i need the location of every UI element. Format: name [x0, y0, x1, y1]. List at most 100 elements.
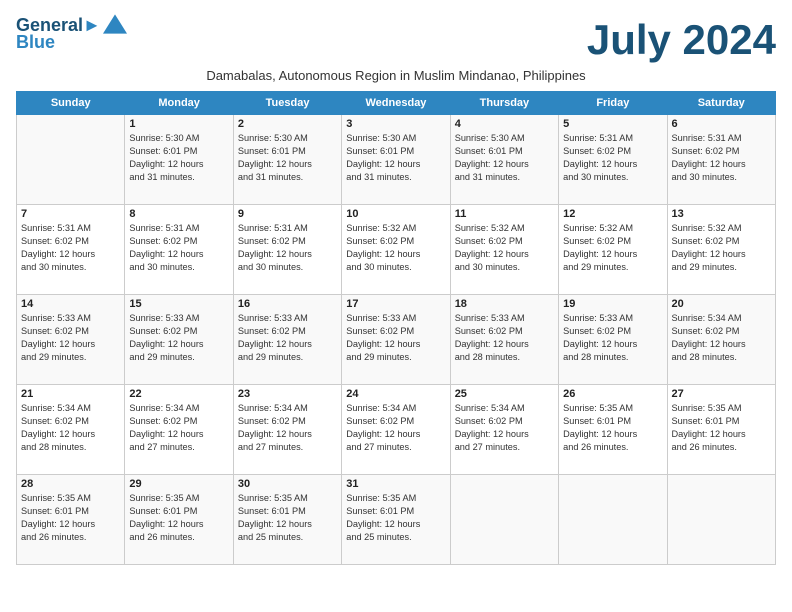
weekday-friday: Friday — [559, 92, 667, 115]
calendar-cell: 8 Sunrise: 5:31 AM Sunset: 6:02 PM Daylig… — [125, 205, 233, 295]
day-number: 5 — [563, 118, 662, 130]
day-info: Sunrise: 5:34 AM Sunset: 6:02 PM Dayligh… — [672, 312, 771, 364]
day-info: Sunrise: 5:35 AM Sunset: 6:01 PM Dayligh… — [672, 402, 771, 454]
weekday-wednesday: Wednesday — [342, 92, 450, 115]
day-info: Sunrise: 5:35 AM Sunset: 6:01 PM Dayligh… — [21, 492, 120, 544]
day-number: 24 — [346, 388, 445, 400]
calendar-cell: 6 Sunrise: 5:31 AM Sunset: 6:02 PM Daylig… — [667, 115, 775, 205]
day-info: Sunrise: 5:33 AM Sunset: 6:02 PM Dayligh… — [455, 312, 554, 364]
month-title: July 2024 — [587, 16, 776, 64]
day-number: 12 — [563, 208, 662, 220]
weekday-monday: Monday — [125, 92, 233, 115]
day-number: 20 — [672, 298, 771, 310]
header: General► Blue July 2024 — [16, 16, 776, 64]
weekday-thursday: Thursday — [450, 92, 558, 115]
calendar-cell: 27Sunrise: 5:35 AM Sunset: 6:01 PM Dayli… — [667, 385, 775, 475]
day-number: 9 — [238, 208, 337, 220]
day-info: Sunrise: 5:30 AM Sunset: 6:01 PM Dayligh… — [238, 132, 337, 184]
day-number: 22 — [129, 388, 228, 400]
day-number: 10 — [346, 208, 445, 220]
day-info: Sunrise: 5:33 AM Sunset: 6:02 PM Dayligh… — [346, 312, 445, 364]
weekday-tuesday: Tuesday — [233, 92, 341, 115]
day-number: 18 — [455, 298, 554, 310]
calendar-cell: 4Sunrise: 5:30 AM Sunset: 6:01 PM Daylig… — [450, 115, 558, 205]
calendar-cell: 24Sunrise: 5:34 AM Sunset: 6:02 PM Dayli… — [342, 385, 450, 475]
calendar-cell: 16Sunrise: 5:33 AM Sunset: 6:02 PM Dayli… — [233, 295, 341, 385]
day-info: Sunrise: 5:35 AM Sunset: 6:01 PM Dayligh… — [129, 492, 228, 544]
calendar-cell: 7 Sunrise: 5:31 AM Sunset: 6:02 PM Daylig… — [17, 205, 125, 295]
day-number: 31 — [346, 478, 445, 490]
day-number: 2 — [238, 118, 337, 130]
day-info: Sunrise: 5:31 AM Sunset: 6:02 PM Dayligh… — [563, 132, 662, 184]
day-number: 6 — [672, 118, 771, 130]
day-number: 29 — [129, 478, 228, 490]
calendar-cell: 21 Sunrise: 5:34 AM Sunset: 6:02 PM Dayli… — [17, 385, 125, 475]
calendar-cell: 31Sunrise: 5:35 AM Sunset: 6:01 PM Dayli… — [342, 475, 450, 565]
calendar-cell: 9 Sunrise: 5:31 AM Sunset: 6:02 PM Daylig… — [233, 205, 341, 295]
day-info: Sunrise: 5:31 AM Sunset: 6:02 PM Dayligh… — [672, 132, 771, 184]
calendar-cell: 14Sunrise: 5:33 AM Sunset: 6:02 PM Dayli… — [17, 295, 125, 385]
calendar-cell: 11Sunrise: 5:32 AM Sunset: 6:02 PM Dayli… — [450, 205, 558, 295]
calendar-cell: 25Sunrise: 5:34 AM Sunset: 6:02 PM Dayli… — [450, 385, 558, 475]
calendar-cell: 2 Sunrise: 5:30 AM Sunset: 6:01 PM Daylig… — [233, 115, 341, 205]
calendar-cell: 15 Sunrise: 5:33 AM Sunset: 6:02 PM Dayli… — [125, 295, 233, 385]
calendar-cell — [667, 475, 775, 565]
day-number: 26 — [563, 388, 662, 400]
day-number: 23 — [238, 388, 337, 400]
calendar-cell: 10 Sunrise: 5:32 AM Sunset: 6:02 PM Dayli… — [342, 205, 450, 295]
calendar-cell: 19Sunrise: 5:33 AM Sunset: 6:02 PM Dayli… — [559, 295, 667, 385]
day-info: Sunrise: 5:30 AM Sunset: 6:01 PM Dayligh… — [346, 132, 445, 184]
calendar-cell: 26 Sunrise: 5:35 AM Sunset: 6:01 PM Dayli… — [559, 385, 667, 475]
weekday-saturday: Saturday — [667, 92, 775, 115]
day-info: Sunrise: 5:33 AM Sunset: 6:02 PM Dayligh… — [238, 312, 337, 364]
day-number: 11 — [455, 208, 554, 220]
day-info: Sunrise: 5:31 AM Sunset: 6:02 PM Dayligh… — [129, 222, 228, 274]
day-info: Sunrise: 5:31 AM Sunset: 6:02 PM Dayligh… — [238, 222, 337, 274]
calendar-cell: 1 Sunrise: 5:30 AM Sunset: 6:01 PM Daylig… — [125, 115, 233, 205]
day-number: 1 — [129, 118, 228, 130]
week-row-3: 14 Sunrise: 5:33 AM Sunset: 6:02 PM Dayli… — [17, 295, 776, 385]
calendar-cell: 30 Sunrise: 5:35 AM Sunset: 6:01 PM Dayli… — [233, 475, 341, 565]
calendar-cell: 17 Sunrise: 5:33 AM Sunset: 6:02 PM Dayli… — [342, 295, 450, 385]
day-number: 8 — [129, 208, 228, 220]
day-info: Sunrise: 5:32 AM Sunset: 6:02 PM Dayligh… — [563, 222, 662, 274]
calendar-cell: 18 Sunrise: 5:33 AM Sunset: 6:02 PM Dayli… — [450, 295, 558, 385]
calendar-cell — [17, 115, 125, 205]
calendar-cell: 22 Sunrise: 5:34 AM Sunset: 6:02 PM Dayli… — [125, 385, 233, 475]
day-number: 15 — [129, 298, 228, 310]
day-info: Sunrise: 5:34 AM Sunset: 6:02 PM Dayligh… — [21, 402, 120, 454]
calendar-body: 1 Sunrise: 5:30 AM Sunset: 6:01 PM Daylig… — [17, 115, 776, 565]
weekday-header-row: SundayMondayTuesdayWednesdayThursdayFrid… — [17, 92, 776, 115]
day-info: Sunrise: 5:33 AM Sunset: 6:02 PM Dayligh… — [129, 312, 228, 364]
day-number: 7 — [21, 208, 120, 220]
calendar-cell: 23Sunrise: 5:34 AM Sunset: 6:02 PM Dayli… — [233, 385, 341, 475]
day-info: Sunrise: 5:35 AM Sunset: 6:01 PM Dayligh… — [563, 402, 662, 454]
day-info: Sunrise: 5:34 AM Sunset: 6:02 PM Dayligh… — [455, 402, 554, 454]
calendar-cell — [559, 475, 667, 565]
calendar-cell: 28 Sunrise: 5:35 AM Sunset: 6:01 PM Dayli… — [17, 475, 125, 565]
page-subtitle: Damabalas, Autonomous Region in Muslim M… — [16, 68, 776, 83]
week-row-1: 1 Sunrise: 5:30 AM Sunset: 6:01 PM Daylig… — [17, 115, 776, 205]
week-row-5: 28 Sunrise: 5:35 AM Sunset: 6:01 PM Dayli… — [17, 475, 776, 565]
logo: General► Blue — [16, 16, 127, 53]
week-row-4: 21 Sunrise: 5:34 AM Sunset: 6:02 PM Dayli… — [17, 385, 776, 475]
day-number: 17 — [346, 298, 445, 310]
logo-icon — [103, 14, 127, 34]
day-info: Sunrise: 5:32 AM Sunset: 6:02 PM Dayligh… — [346, 222, 445, 274]
calendar-cell: 3 Sunrise: 5:30 AM Sunset: 6:01 PM Daylig… — [342, 115, 450, 205]
calendar-cell: 20 Sunrise: 5:34 AM Sunset: 6:02 PM Dayli… — [667, 295, 775, 385]
day-number: 30 — [238, 478, 337, 490]
day-number: 28 — [21, 478, 120, 490]
day-number: 14 — [21, 298, 120, 310]
day-info: Sunrise: 5:30 AM Sunset: 6:01 PM Dayligh… — [129, 132, 228, 184]
day-number: 21 — [21, 388, 120, 400]
week-row-2: 7 Sunrise: 5:31 AM Sunset: 6:02 PM Daylig… — [17, 205, 776, 295]
day-info: Sunrise: 5:35 AM Sunset: 6:01 PM Dayligh… — [238, 492, 337, 544]
day-number: 4 — [455, 118, 554, 130]
day-info: Sunrise: 5:32 AM Sunset: 6:02 PM Dayligh… — [672, 222, 771, 274]
calendar-cell: 13Sunrise: 5:32 AM Sunset: 6:02 PM Dayli… — [667, 205, 775, 295]
day-info: Sunrise: 5:33 AM Sunset: 6:02 PM Dayligh… — [563, 312, 662, 364]
day-number: 3 — [346, 118, 445, 130]
day-info: Sunrise: 5:31 AM Sunset: 6:02 PM Dayligh… — [21, 222, 120, 274]
day-info: Sunrise: 5:34 AM Sunset: 6:02 PM Dayligh… — [129, 402, 228, 454]
